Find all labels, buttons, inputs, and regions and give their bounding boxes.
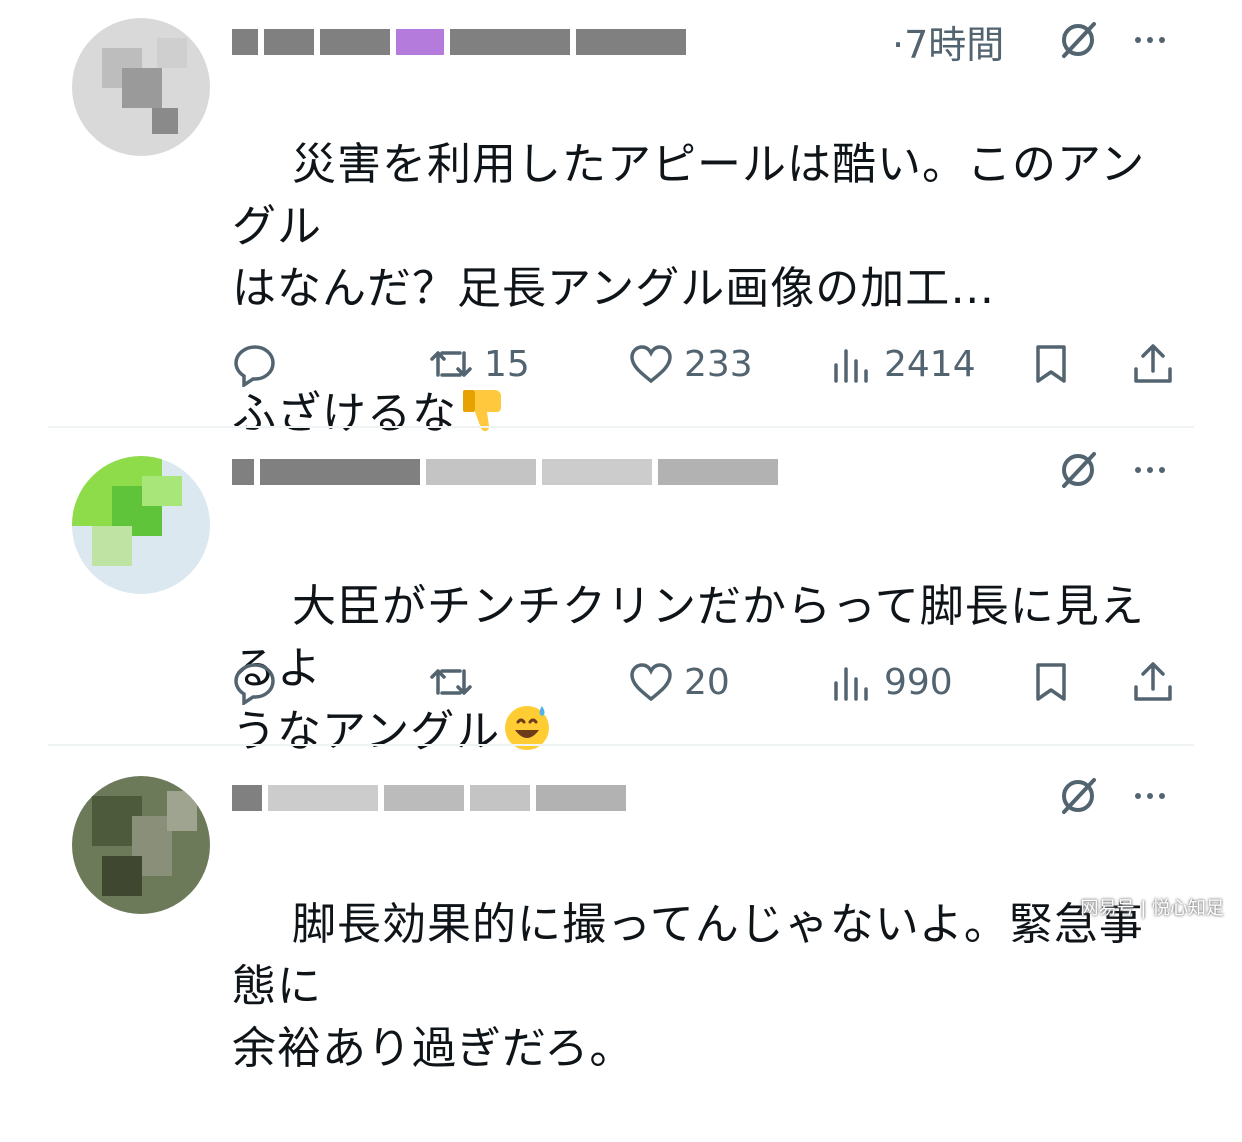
repost-button[interactable]: 15 bbox=[428, 334, 530, 394]
post-header bbox=[232, 440, 1182, 500]
avatar[interactable] bbox=[72, 456, 210, 594]
reply-icon bbox=[234, 663, 275, 705]
bookmark-icon bbox=[1036, 663, 1066, 701]
bookmark-icon bbox=[1036, 345, 1066, 383]
more-icon[interactable] bbox=[1130, 16, 1170, 64]
share-icon bbox=[1134, 662, 1172, 701]
action-bar: 15 233 2414 bbox=[232, 334, 1176, 394]
views-count: 990 bbox=[884, 661, 953, 703]
views-button[interactable]: 2414 bbox=[828, 334, 976, 394]
like-count: 20 bbox=[684, 661, 730, 703]
repost-count: 15 bbox=[484, 343, 530, 385]
post-divider bbox=[48, 744, 1194, 746]
blurred-username[interactable] bbox=[232, 450, 778, 494]
post-text-content: 脚長効果的に撮ってんじゃないよ。緊急事態に 余裕あり過ぎだろ。 bbox=[232, 899, 1144, 1074]
post-text-content: 災害を利用したアピールは酷い。このアングル はなんだ？足長アングル画像の加工… … bbox=[232, 139, 1146, 439]
like-button[interactable]: 233 bbox=[628, 334, 753, 394]
post-3[interactable]: 脚長効果的に撮ってんじゃないよ。緊急事態に 余裕あり過ぎだろ。 bbox=[0, 748, 1242, 1074]
post-divider bbox=[48, 426, 1194, 428]
post-header bbox=[232, 766, 1182, 826]
views-count: 2414 bbox=[884, 343, 976, 385]
watermark: 网易号 | 悦心知足 bbox=[1080, 898, 1224, 919]
like-icon bbox=[630, 663, 672, 702]
reply-button[interactable] bbox=[232, 652, 288, 712]
reply-icon bbox=[234, 345, 275, 387]
post-text: 脚長効果的に撮ってんじゃないよ。緊急事態に 余裕あり過ぎだろ。 bbox=[232, 832, 1162, 1142]
like-count: 233 bbox=[684, 343, 753, 385]
views-icon bbox=[834, 667, 868, 701]
grok-icon[interactable] bbox=[1054, 16, 1102, 64]
views-button[interactable]: 990 bbox=[828, 652, 953, 712]
reply-button[interactable] bbox=[232, 334, 288, 394]
avatar[interactable] bbox=[72, 18, 210, 156]
post-1[interactable]: ·7時間 災害を利用したアピールは酷い。このアングル はなんだ？足長アングル画像… bbox=[0, 0, 1242, 439]
blurred-username[interactable] bbox=[232, 20, 686, 64]
bookmark-button[interactable] bbox=[1028, 334, 1074, 394]
action-bar: 20 990 bbox=[232, 652, 1176, 712]
grok-icon[interactable] bbox=[1054, 772, 1102, 820]
post-time: ·7時間 bbox=[892, 23, 1005, 67]
repost-icon bbox=[430, 669, 472, 695]
blurred-username[interactable] bbox=[232, 776, 626, 820]
post-2[interactable]: 大臣がチンチクリンだからって脚長に見えるよ うなアングル 20 990 bbox=[0, 430, 1242, 757]
grok-icon[interactable] bbox=[1054, 446, 1102, 494]
share-button[interactable] bbox=[1130, 334, 1176, 394]
avatar[interactable] bbox=[72, 776, 210, 914]
like-button[interactable]: 20 bbox=[628, 652, 730, 712]
like-icon bbox=[630, 345, 672, 384]
repost-button[interactable] bbox=[428, 652, 484, 712]
more-icon[interactable] bbox=[1130, 446, 1170, 494]
share-icon bbox=[1134, 344, 1172, 383]
repost-icon bbox=[430, 351, 472, 377]
views-icon bbox=[834, 349, 868, 383]
post-header: ·7時間 bbox=[232, 10, 1182, 70]
more-icon[interactable] bbox=[1130, 772, 1170, 820]
bookmark-button[interactable] bbox=[1028, 652, 1074, 712]
share-button[interactable] bbox=[1130, 652, 1176, 712]
